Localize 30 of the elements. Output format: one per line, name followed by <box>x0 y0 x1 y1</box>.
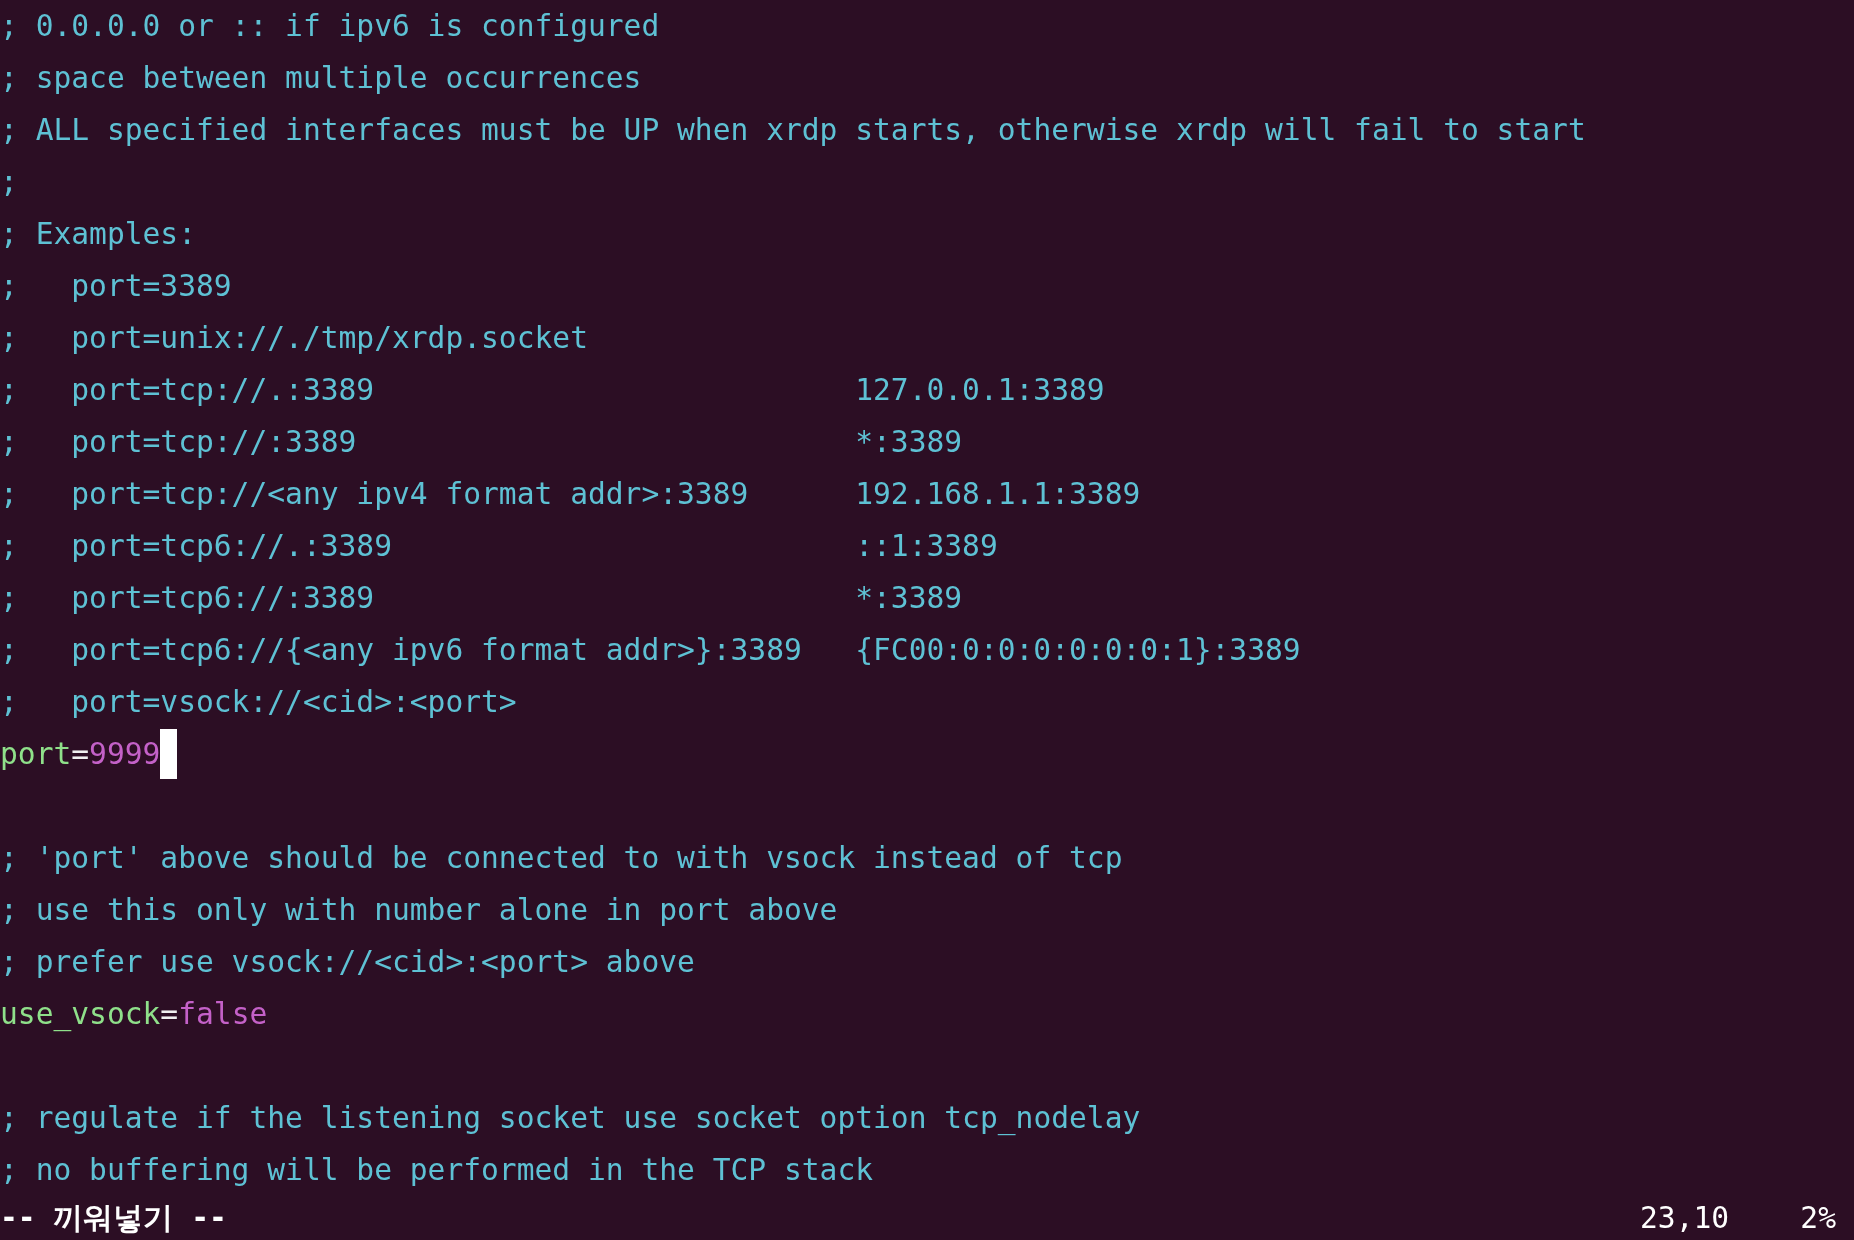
code-comment: ; port=tcp6://.:3389 <box>0 528 393 565</box>
code-comment: ; no buffering will be performed in the TCP stack <box>0 1152 874 1189</box>
code-comment: ; space between multiple occurrences <box>0 60 642 97</box>
code-comment: ; port=tcp6://{<any ipv6 format addr>}:3389 <box>0 632 803 669</box>
code-comment: ; port=tcp://.:3389 <box>0 372 376 409</box>
code-comment: ; prefer use vsock://<cid>:<port> above <box>0 944 695 981</box>
code-comment: *:3389 <box>855 424 963 461</box>
code-comment: ; 'port' above should be connected to with vsock instead of tcp <box>0 840 1123 877</box>
code-comment: 127.0.0.1:3389 <box>855 372 1105 409</box>
code-comment: ; port=tcp://:3389 <box>0 424 358 461</box>
config-setting: use_vsock=false <box>0 996 268 1034</box>
code-comment: ; port=tcp6://:3389 <box>0 580 376 617</box>
code-comment: ; port=unix://./tmp/xrdp.socket <box>0 320 588 357</box>
code-comment: ; port=3389 <box>0 268 232 305</box>
cursor-position: 23,10 <box>1640 1201 1731 1235</box>
code-comment: ; ALL specified interfaces must be UP when xrdp starts, otherwise xrdp will fail to start <box>0 112 1586 149</box>
code-comment: ; <box>0 164 18 201</box>
code-comment: ; 0.0.0.0 or :: if ipv6 is configured <box>0 8 660 45</box>
config-setting: port=9999 <box>0 736 161 773</box>
mode-indicator: -- 끼워넣기 -- <box>0 1199 227 1237</box>
code-comment: ::1:3389 <box>855 528 998 565</box>
code-comment: ; port=tcp://<any ipv4 format addr>:3389 <box>0 476 750 513</box>
code-comment: ; Examples: <box>0 216 196 253</box>
code-comment: ; use this only with number alone in port above <box>0 892 838 929</box>
code-comment: {FC00:0:0:0:0:0:0:1}:3389 <box>855 632 1301 669</box>
code-comment: ; regulate if the listening socket use socket option tcp_nodelay <box>0 1100 1141 1138</box>
code-comment: ; port=vsock://<cid>:<port> <box>0 684 517 721</box>
scroll-percent: 2% <box>1800 1201 1837 1235</box>
code-comment: *:3389 <box>855 580 963 617</box>
code-comment: 192.168.1.1:3389 <box>855 476 1141 513</box>
